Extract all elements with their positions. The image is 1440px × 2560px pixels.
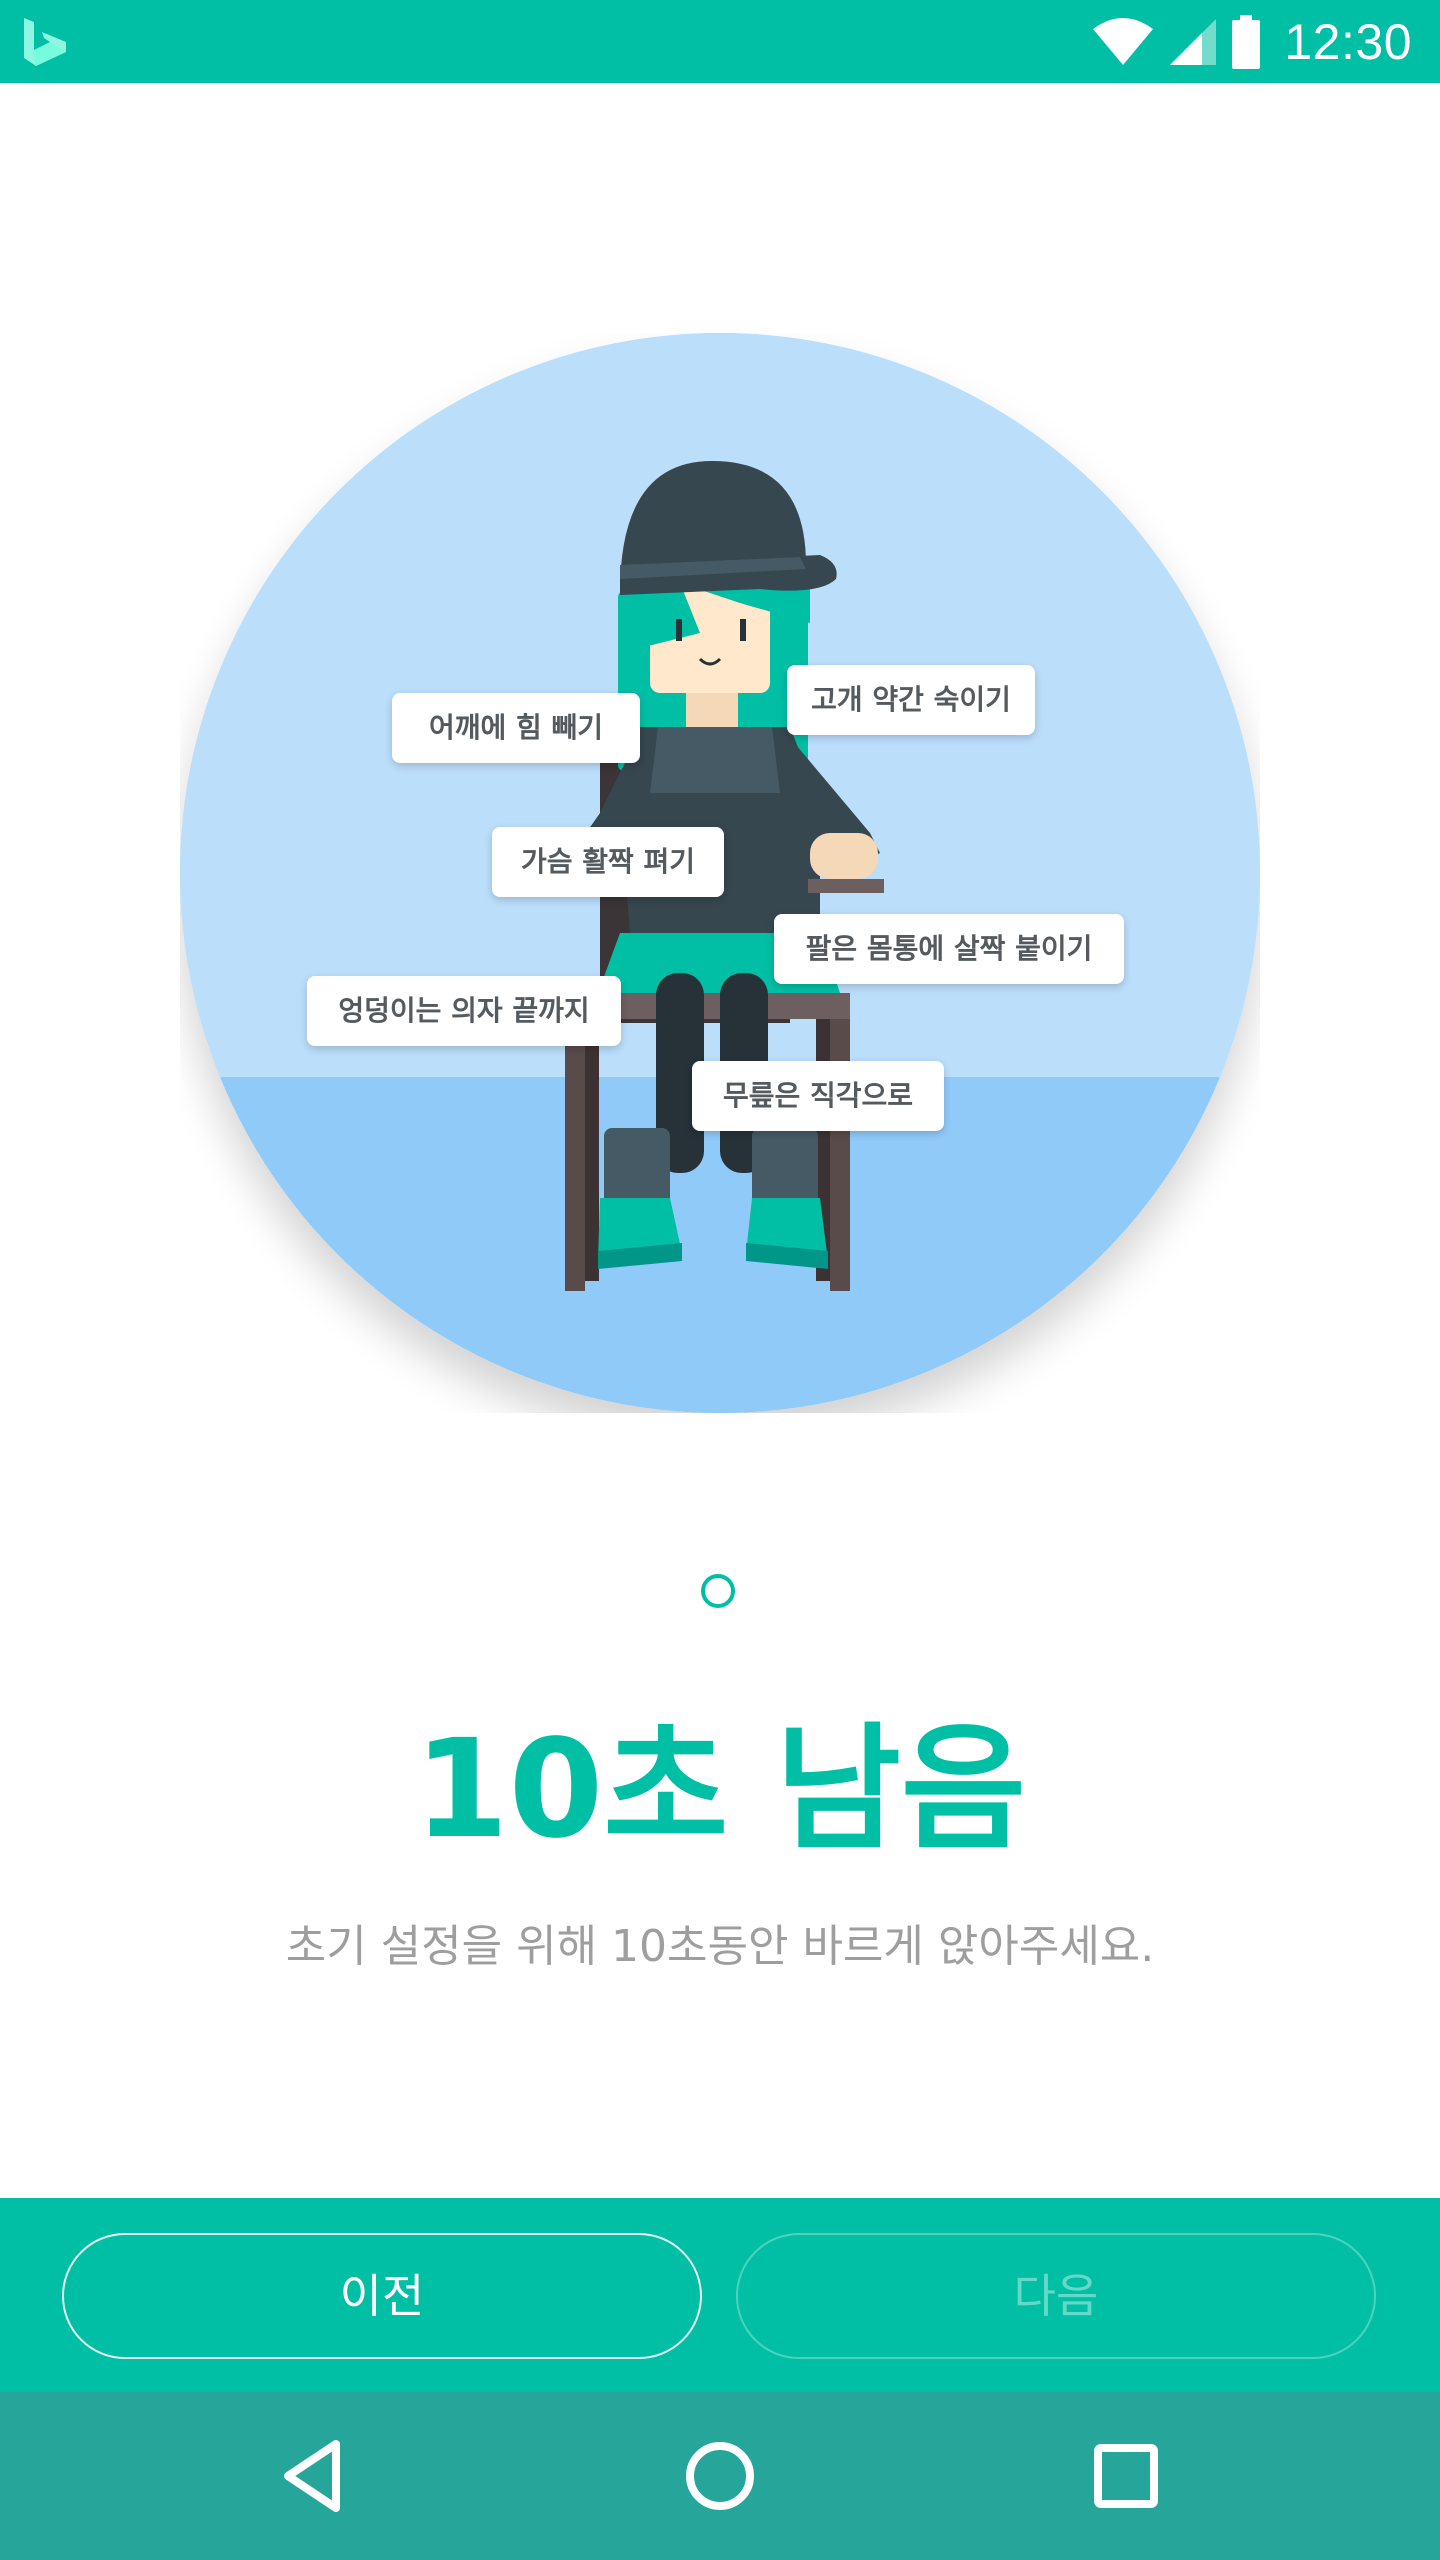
posture-tip-shoulders: 어깨에 힘 빼기 [392, 693, 640, 763]
next-button[interactable]: 다음 [736, 2233, 1376, 2359]
status-icons: 12:30 [1092, 10, 1412, 74]
signal-icon [1170, 19, 1217, 65]
prev-button[interactable]: 이전 [62, 2233, 702, 2359]
status-time: 12:30 [1284, 14, 1412, 70]
back-icon[interactable] [274, 2434, 358, 2518]
posture-tip-arms: 팔은 몸통에 살짝 붙이기 [774, 914, 1124, 984]
posture-illustration: 어깨에 힘 빼기 고개 약간 숙이기 가슴 활짝 펴기 팔은 몸통에 살짝 붙이… [180, 333, 1260, 1413]
posture-tip-head: 고개 약간 숙이기 [787, 665, 1035, 735]
button-bar: 이전 다음 [0, 2198, 1440, 2392]
wifi-icon [1093, 18, 1154, 65]
countdown-title: 10초 남음 [414, 1711, 1026, 1869]
home-icon[interactable] [678, 2434, 762, 2518]
page-indicator-dot [701, 1574, 735, 1608]
posture-tip-hips: 엉덩이는 의자 끝까지 [307, 976, 621, 1046]
posture-tip-knees: 무릎은 직각으로 [692, 1061, 944, 1131]
battery-icon [1232, 15, 1261, 69]
bing-logo-icon [24, 18, 66, 66]
recents-icon[interactable] [1084, 2434, 1168, 2518]
system-nav-bar [0, 2392, 1440, 2560]
status-bar: 12:30 [0, 0, 1440, 83]
posture-tip-chest: 가슴 활짝 펴기 [492, 827, 724, 897]
instruction-text: 초기 설정을 위해 10초동안 바르게 앉아주세요. [285, 1921, 1155, 1972]
